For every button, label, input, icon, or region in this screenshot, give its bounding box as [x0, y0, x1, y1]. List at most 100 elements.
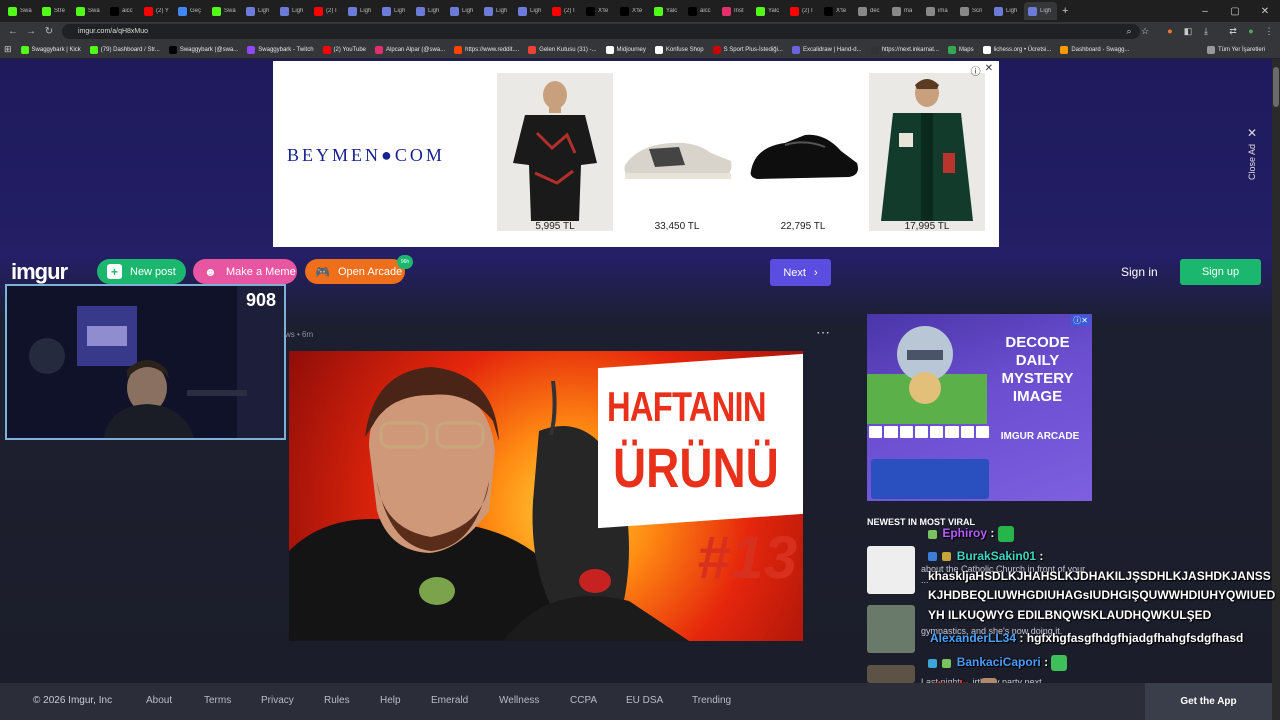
bookmark-item[interactable]: lichess.org • Ücretsi... [982, 45, 1051, 54]
window-close-icon[interactable]: ✕ [1250, 0, 1280, 22]
get-the-app-button[interactable]: Get the App [1145, 683, 1272, 720]
bookmark-item[interactable]: Midjourney [605, 45, 646, 54]
bookmark-item[interactable]: Gelen Kutusu (31) -... [528, 45, 597, 54]
apps-grid-icon[interactable]: ⊞ [4, 44, 12, 55]
browser-tab[interactable]: Ligh [276, 2, 309, 20]
browser-tab[interactable]: aicc [684, 2, 717, 20]
bookmark-item[interactable]: Konfuse Shop [654, 45, 704, 54]
browser-tab[interactable]: Ligh [480, 2, 513, 20]
browser-tab[interactable]: Ligh [514, 2, 547, 20]
maximize-icon[interactable]: ▢ [1220, 0, 1250, 22]
ad-product-4[interactable] [869, 73, 985, 231]
browser-tab[interactable]: ima [922, 2, 955, 20]
imgur-logo[interactable]: imgur [11, 259, 68, 285]
puzzle-icon[interactable]: ◧ [1181, 24, 1195, 38]
browser-tab[interactable]: (2) Y [140, 2, 173, 20]
make-meme-button[interactable]: ☻ Make a Meme [193, 259, 297, 284]
browser-tab[interactable]: (2) I [786, 2, 819, 20]
browser-tab[interactable]: Yalc [752, 2, 785, 20]
bookmark-item[interactable]: Excalidraw | Hand-d... [791, 45, 862, 54]
address-bar[interactable]: imgur.com/a/qH8xMuo [62, 24, 1140, 39]
browser-tab[interactable]: Ligh [344, 2, 377, 20]
footer-link-help[interactable]: Help [380, 695, 401, 706]
star-icon[interactable]: ☆ [1138, 24, 1152, 38]
page-scrollbar[interactable] [1272, 59, 1280, 720]
minimize-icon[interactable]: – [1190, 0, 1220, 22]
download-icon[interactable]: ⤓ [1199, 24, 1213, 38]
extension-icon[interactable]: ● [1163, 24, 1177, 38]
new-tab-button[interactable]: + [1058, 2, 1091, 20]
ad-close-icon[interactable]: ✕ [985, 63, 993, 78]
bookmark-item[interactable]: Dashboard - Swagg... [1060, 45, 1129, 54]
tab-search-icon[interactable]: ⇄ [1226, 24, 1240, 38]
browser-tab[interactable]: Swa [72, 2, 105, 20]
browser-tab[interactable]: X'te [616, 2, 649, 20]
bookmark-item[interactable]: Swaggybark - Twitch [247, 45, 314, 54]
browser-tab[interactable]: Swa [4, 2, 37, 20]
sidebar-ad[interactable]: DECODE DAILY MYSTERY IMAGE IMGUR ARCADE … [867, 314, 1092, 501]
footer-link-eu-dsa[interactable]: EU DSA [626, 695, 663, 706]
new-post-button[interactable]: + New post [97, 259, 186, 284]
bookmark-item[interactable]: S Sport Plus-İstediği... [712, 45, 783, 54]
footer-link-wellness[interactable]: Wellness [499, 695, 539, 706]
sign-up-button[interactable]: Sign up [1180, 259, 1261, 285]
bookmark-item[interactable]: (2) YouTube [322, 45, 366, 54]
browser-tab[interactable]: X'te [820, 2, 853, 20]
bookmark-item[interactable]: Maps [947, 45, 974, 54]
browser-tab[interactable]: aicc [106, 2, 139, 20]
ad-product-2[interactable] [619, 73, 735, 231]
more-options-icon[interactable]: ⋯ [816, 324, 830, 341]
browser-tab[interactable]: Ligh [446, 2, 479, 20]
back-arrow-icon[interactable]: ← [4, 22, 22, 41]
bookmark-item[interactable]: Swaggybark | Kick [20, 45, 81, 54]
browser-tab[interactable]: dec [854, 2, 887, 20]
bookmark-item[interactable]: Swaggybark (@swa... [168, 45, 238, 54]
browser-tab[interactable]: Stre [38, 2, 71, 20]
all-bookmarks[interactable]: Tüm Yer İşaretleri [1206, 45, 1265, 54]
browser-tab[interactable]: Yalc [650, 2, 683, 20]
browser-tab[interactable]: ma [888, 2, 921, 20]
footer-link-ccpa[interactable]: CCPA [570, 695, 597, 706]
footer-link-emerald[interactable]: Emerald [431, 695, 468, 706]
next-button[interactable]: Next › [770, 259, 831, 286]
browser-tab[interactable]: Ligh [412, 2, 445, 20]
reload-icon[interactable]: ↻ [40, 22, 58, 41]
viral-item-thumb-2[interactable] [867, 605, 915, 653]
viral-item-thumb-1[interactable] [867, 546, 915, 594]
browser-tab[interactable]: (2) I [548, 2, 581, 20]
menu-icon[interactable]: ⋮ [1262, 24, 1276, 38]
forward-arrow-icon[interactable]: → [22, 22, 40, 41]
open-arcade-button[interactable]: 🎮 Open Arcade [305, 259, 405, 284]
ad-choices-icon[interactable]: ⓘ✕ [1071, 315, 1090, 326]
bookmark-item[interactable]: https://next.inkarnat... [870, 45, 939, 54]
bookmark-item[interactable]: Alpcan Alpar (@swa... [375, 45, 445, 54]
browser-tab[interactable]: Ligh [1024, 2, 1057, 20]
footer-link-rules[interactable]: Rules [324, 695, 350, 706]
browser-tab[interactable]: (2) I [310, 2, 343, 20]
footer-link-trending[interactable]: Trending [692, 695, 731, 706]
search-icon[interactable]: ⌕ [1122, 24, 1136, 38]
viral-item-thumb-3[interactable] [867, 665, 915, 683]
ad-product-3[interactable] [745, 73, 861, 231]
post-image[interactable]: HAFTANIN ÜRÜNÜ #13 [289, 351, 803, 641]
browser-tab[interactable]: Geç [174, 2, 207, 20]
browser-tab[interactable]: Ligh [990, 2, 1023, 20]
browser-tab[interactable]: X'te [582, 2, 615, 20]
ad-info-icon[interactable]: ⓘ [971, 63, 981, 78]
footer-link-about[interactable]: About [146, 695, 172, 706]
ad-banner[interactable]: BEYMEN●COM 5,995 TL 33,450 TL 22,795 TL [273, 61, 999, 247]
footer-link-privacy[interactable]: Privacy [261, 695, 294, 706]
browser-tab[interactable]: Scri [956, 2, 989, 20]
browser-tab[interactable]: Ligh [378, 2, 411, 20]
sign-in-link[interactable]: Sign in [1121, 265, 1158, 279]
browser-tab[interactable]: Ligh [242, 2, 275, 20]
scrollbar-thumb[interactable] [1273, 67, 1279, 107]
browser-tab[interactable]: Inst [718, 2, 751, 20]
bookmark-item[interactable]: https://www.reddit.... [454, 45, 519, 54]
browser-tab[interactable]: Swa [208, 2, 241, 20]
profile-avatar[interactable]: ● [1244, 24, 1258, 38]
ad-product-1[interactable] [497, 73, 613, 231]
footer-link-terms[interactable]: Terms [204, 695, 231, 706]
bookmark-item[interactable]: (79) Dashboard / Str... [89, 45, 160, 54]
ad-brand-logo[interactable]: BEYMEN●COM [287, 145, 445, 166]
